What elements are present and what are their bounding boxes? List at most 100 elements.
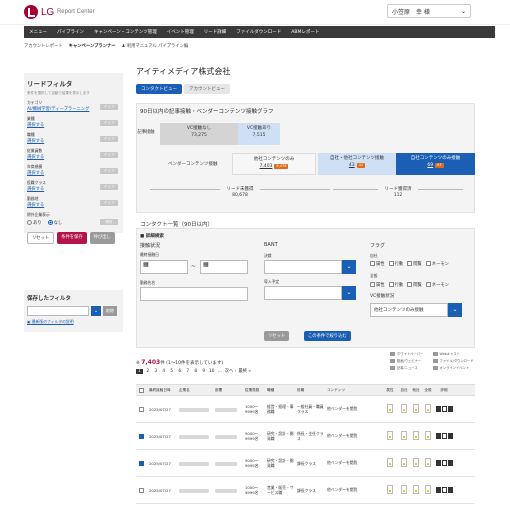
flag-other-view[interactable]: 閲覧 bbox=[407, 282, 422, 288]
row-checkbox[interactable] bbox=[139, 460, 144, 466]
nav-item-2[interactable]: キャンペーン・コンテンツ管理 bbox=[89, 29, 162, 35]
filter-clear-button[interactable]: クリア bbox=[100, 168, 118, 174]
row-company[interactable] bbox=[178, 434, 214, 439]
row-detail[interactable] bbox=[434, 432, 454, 440]
page-last[interactable]: 最終 » bbox=[238, 368, 251, 374]
table-row[interactable]: 2025/07/2750～99名その他専門職係長・主任クラス他ベンダーを閲覧 bbox=[136, 504, 475, 510]
history-icon[interactable] bbox=[447, 405, 453, 412]
filter-clear-button[interactable]: クリア bbox=[100, 184, 118, 190]
page-4[interactable]: 4 bbox=[161, 369, 167, 374]
tab-account-view[interactable]: アカウントビュー bbox=[184, 84, 230, 94]
saved-filter-delete-button[interactable]: 削除 bbox=[103, 306, 117, 316]
filter-clear-button[interactable]: クリア bbox=[100, 200, 118, 206]
saved-filter-help-link[interactable]: ▣ 最新版のフィルタの説明 bbox=[27, 319, 120, 325]
table-row[interactable]: 2025/07/27 5000～9999名 研究・設計・開発職 係長・主任クラス 他ベン… bbox=[136, 423, 475, 450]
flag-other-namon[interactable]: ネーモン bbox=[425, 282, 449, 288]
profile-icon[interactable] bbox=[435, 432, 441, 439]
saved-filter-select[interactable] bbox=[27, 306, 89, 316]
flag-self-namon[interactable]: ネーモン bbox=[425, 261, 449, 267]
page-10[interactable]: 10 bbox=[209, 369, 215, 374]
flag-self-attr[interactable]: 属性 bbox=[370, 261, 385, 267]
row-checkbox-cell[interactable] bbox=[136, 433, 148, 439]
both-box[interactable]: 自社・他社コンテンツ接触 43 41 bbox=[318, 153, 396, 175]
self-only-box[interactable]: 自社コンテンツのみ接触 69 67 bbox=[396, 153, 475, 175]
profile-icon[interactable] bbox=[435, 405, 441, 412]
row-checkbox[interactable] bbox=[139, 406, 144, 412]
filter-clear-button[interactable]: クリア bbox=[100, 120, 118, 126]
flag-self-action[interactable]: 行動 bbox=[388, 261, 403, 267]
vc-yes-box[interactable]: VC接触あり 7,515 bbox=[238, 123, 280, 145]
subnav-manual[interactable]: ♟ 利用マニュアル パイプライン編 bbox=[122, 43, 189, 49]
nav-item-5[interactable]: ファイルダウンロード bbox=[231, 29, 286, 35]
flag-other-action[interactable]: 行動 bbox=[388, 282, 403, 288]
chevron-down-icon[interactable]: ⌄ bbox=[342, 260, 356, 274]
budget-select[interactable] bbox=[264, 286, 342, 300]
nav-item-6[interactable]: ABMレポート bbox=[286, 29, 324, 35]
row-company[interactable] bbox=[178, 461, 214, 466]
card-icon[interactable] bbox=[441, 459, 447, 466]
nav-item-4[interactable]: リード詳細 bbox=[199, 29, 232, 35]
page-6[interactable]: 6 bbox=[177, 369, 183, 374]
nav-item-3[interactable]: イベント管理 bbox=[162, 29, 199, 35]
table-row[interactable]: 2025/07/27 5000～9999名 研究・設計・開発職 課長クラス 他ベンダーを… bbox=[136, 450, 475, 477]
page-5[interactable]: 5 bbox=[169, 369, 175, 374]
row-detail[interactable] bbox=[434, 405, 454, 413]
user-select[interactable]: 小笠原 幸 様 ⌄ bbox=[387, 4, 471, 18]
row-checkbox-cell[interactable] bbox=[136, 406, 148, 412]
subnav-campaign-planner[interactable]: キャンペーンプランナー bbox=[69, 43, 116, 49]
row-company[interactable] bbox=[178, 488, 214, 493]
company-name-input[interactable] bbox=[140, 287, 248, 301]
filter-clear-button[interactable]: クリア bbox=[100, 152, 118, 158]
radio-scope-off[interactable]: なし bbox=[47, 220, 62, 226]
page-8[interactable]: 8 bbox=[193, 369, 199, 374]
vc-none-box[interactable]: VC接触なし 73,275 bbox=[160, 123, 238, 145]
tab-contact-view[interactable]: コンタクトビュー bbox=[136, 84, 182, 94]
page-7[interactable]: 7 bbox=[185, 369, 191, 374]
row-checkbox[interactable] bbox=[139, 433, 144, 439]
radio-scope-on[interactable]: あり bbox=[27, 220, 42, 226]
both-value[interactable]: 43 bbox=[349, 163, 355, 168]
filter-recall-button[interactable]: 呼び出し bbox=[89, 232, 115, 244]
auth-select[interactable] bbox=[264, 260, 342, 274]
profile-icon[interactable] bbox=[435, 459, 441, 466]
page-2[interactable]: 2 bbox=[145, 369, 151, 374]
date-from-input[interactable]: ▦ bbox=[140, 260, 188, 274]
subnav-account-report[interactable]: アカウントレポート bbox=[24, 43, 63, 49]
filter-clear-button[interactable]: クリア bbox=[100, 104, 118, 110]
date-to-input[interactable]: ▦ bbox=[200, 260, 248, 274]
page-9[interactable]: 9 bbox=[201, 369, 207, 374]
card-icon[interactable] bbox=[441, 405, 447, 412]
table-row[interactable]: 2025/07/27 1000～9999名 経営・経理・事務職 一般社員・職員クラス他… bbox=[136, 396, 475, 423]
chevron-down-icon[interactable]: ⌄ bbox=[448, 303, 462, 317]
chevron-down-icon[interactable]: ⌄ bbox=[91, 306, 101, 316]
search-submit-button[interactable]: この条件で絞り込む bbox=[304, 331, 351, 341]
card-icon[interactable] bbox=[441, 486, 447, 493]
vc-status-select[interactable]: 他社コンテンツのみ接触 bbox=[370, 303, 448, 317]
history-icon[interactable] bbox=[447, 432, 453, 439]
col-header-0[interactable] bbox=[136, 387, 148, 393]
card-icon[interactable] bbox=[441, 432, 447, 439]
nav-item-1[interactable]: パイプライン bbox=[52, 29, 89, 35]
filter-reset-button[interactable]: リセット bbox=[27, 232, 55, 244]
flag-self-view[interactable]: 閲覧 bbox=[407, 261, 422, 267]
row-detail[interactable] bbox=[434, 459, 454, 467]
row-checkbox[interactable] bbox=[139, 487, 144, 493]
advanced-search-toggle[interactable]: ■ 詳細検索 bbox=[140, 233, 164, 239]
nav-item-0[interactable]: メニュー bbox=[24, 29, 52, 35]
page-1[interactable]: 1 bbox=[136, 368, 143, 374]
self-only-value[interactable]: 69 bbox=[427, 163, 433, 168]
row-company[interactable] bbox=[178, 407, 214, 412]
scope-delete-button[interactable]: 削除 bbox=[100, 219, 118, 225]
row-checkbox-cell[interactable] bbox=[136, 460, 148, 466]
chevron-down-icon[interactable]: ⌄ bbox=[342, 286, 356, 300]
profile-icon[interactable] bbox=[435, 486, 441, 493]
history-icon[interactable] bbox=[447, 486, 453, 493]
other-only-value[interactable]: 7,403 bbox=[260, 164, 273, 169]
select-all-checkbox[interactable] bbox=[139, 387, 144, 393]
table-row[interactable]: 2025/07/27 1000～9999名 営業・販売・サービス職 課長クラス 他ベンダ… bbox=[136, 477, 475, 504]
row-checkbox-cell[interactable] bbox=[136, 487, 148, 493]
search-reset-button[interactable]: リセット bbox=[264, 331, 290, 341]
page-3[interactable]: 3 bbox=[153, 369, 159, 374]
history-icon[interactable] bbox=[447, 459, 453, 466]
lg-logo[interactable]: LG Report Center bbox=[24, 5, 95, 19]
